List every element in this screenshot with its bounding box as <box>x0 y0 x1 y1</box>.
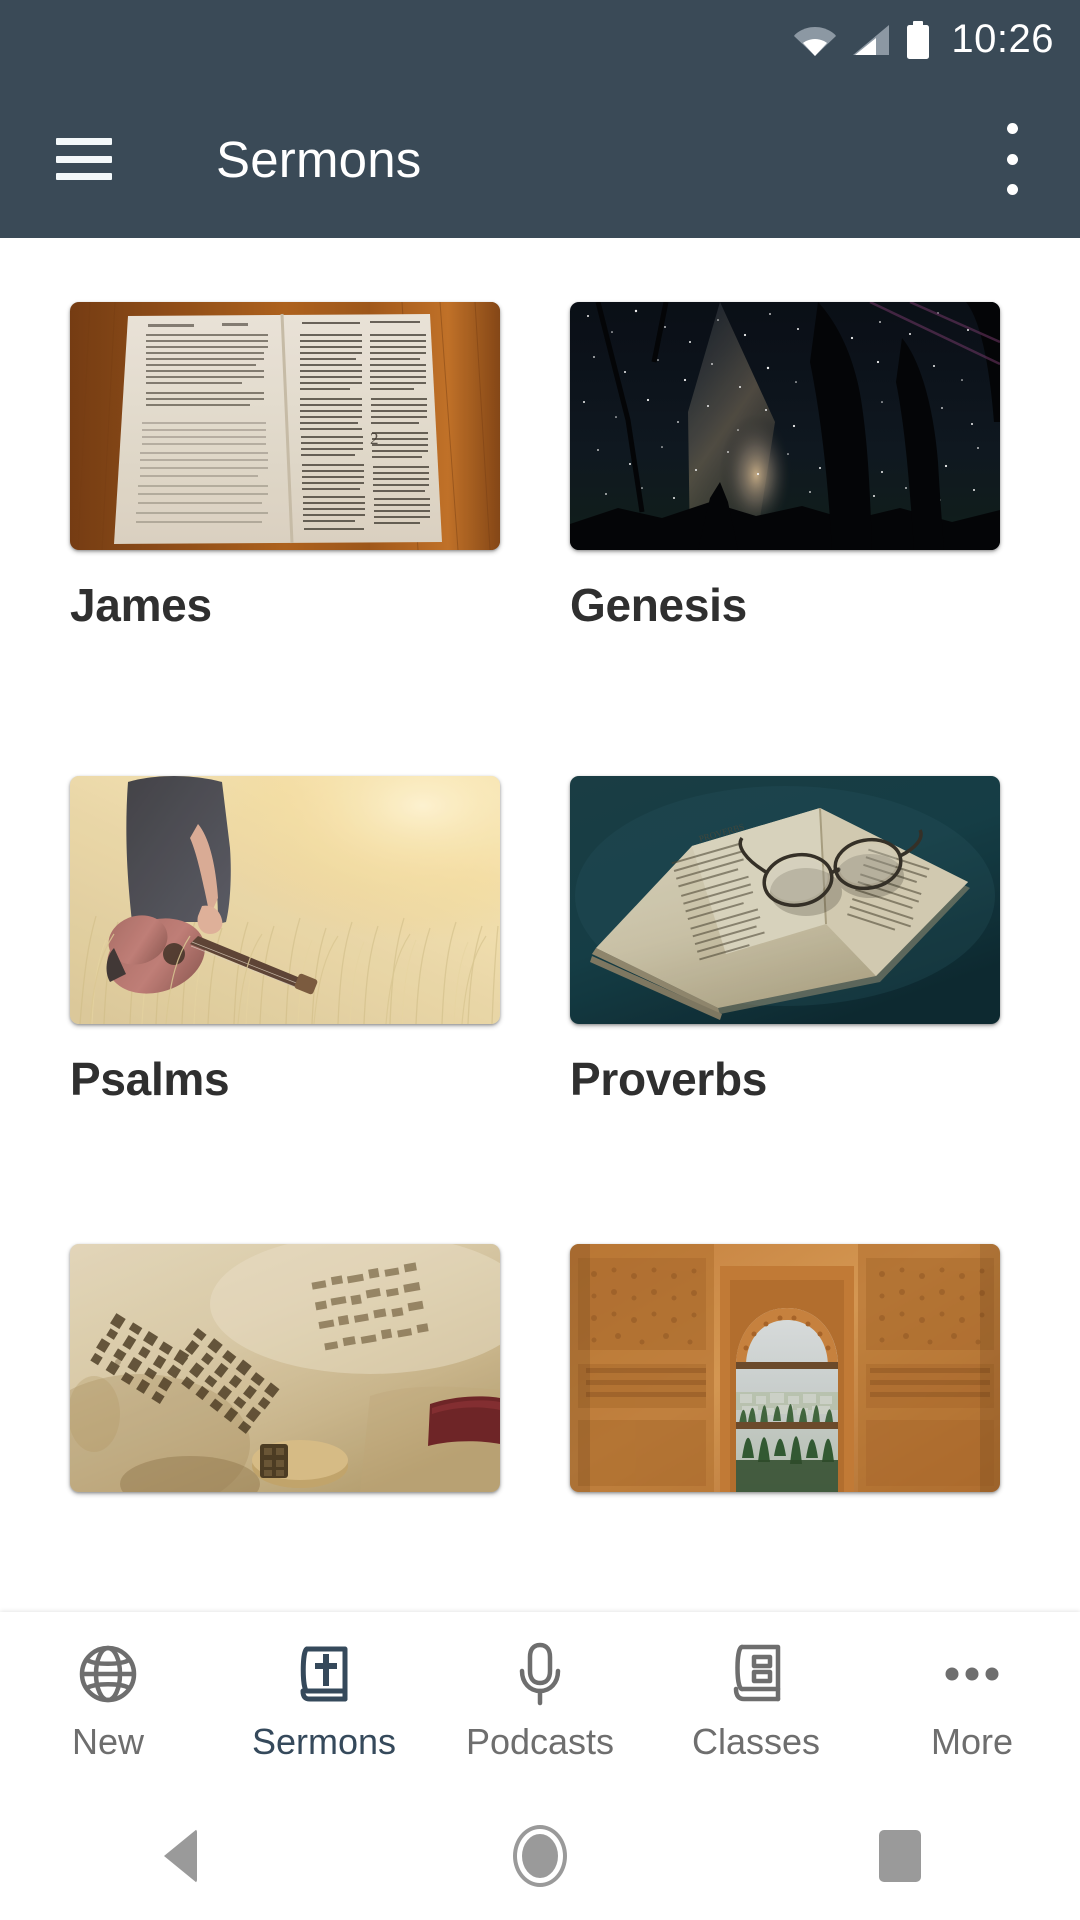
series-card-5[interactable] <box>70 1244 500 1524</box>
bottom-navigation-bar: New Sermons Podcasts Classes More <box>0 1612 1080 1792</box>
nav-label: More <box>930 1721 1014 1762</box>
app-root: 10:26 Sermons 2 James Genesis Psalms PRO… <box>0 0 1080 1920</box>
book-icon <box>726 1640 786 1708</box>
series-card-genesis[interactable]: Genesis <box>570 302 1000 628</box>
milky-way-night-sky-with-trees-image <box>570 302 1000 550</box>
moorish-arch-window-overlooking-city-image <box>570 1244 1000 1492</box>
battery-icon <box>905 21 931 59</box>
open-bible-on-wooden-table-image: 2 <box>70 302 500 550</box>
nav-item-sermons[interactable]: Sermons <box>216 1612 432 1760</box>
hamburger-bar <box>56 173 112 180</box>
wifi-icon <box>793 23 837 57</box>
back-glyph <box>163 1829 197 1883</box>
series-card-label: James <box>70 579 212 631</box>
overflow-dot <box>1006 123 1018 134</box>
series-card-proverbs[interactable]: PROVERBS Proverbs <box>570 776 1000 1102</box>
nav-item-classes[interactable]: Classes <box>648 1612 864 1760</box>
grid-row: Psalms PROVERBS Proverbs <box>0 776 1080 1102</box>
nav-item-podcasts[interactable]: Podcasts <box>432 1612 648 1760</box>
person-holding-guitar-in-golden-field-image <box>70 776 500 1024</box>
recents-square-icon[interactable] <box>840 1796 960 1916</box>
series-card-label: Genesis <box>570 579 747 631</box>
status-bar-time: 10:26 <box>951 17 1054 61</box>
page-title: Sermons <box>216 130 422 188</box>
globe-icon <box>77 1640 139 1708</box>
overflow-dot <box>1006 153 1018 165</box>
nav-item-new[interactable]: New <box>0 1612 216 1760</box>
app-bar: Sermons <box>0 80 1080 238</box>
nav-item-more[interactable]: More <box>864 1612 1080 1760</box>
grid-row: 2 James Genesis <box>0 302 1080 628</box>
nav-label: Classes <box>691 1721 821 1762</box>
nav-label: Podcasts <box>465 1721 615 1762</box>
hamburger-bar <box>56 155 112 163</box>
open-book-with-eyeglasses-dark-teal-image: PROVERBS <box>570 776 1000 1024</box>
microphone-icon <box>514 1640 566 1708</box>
series-card-6[interactable] <box>570 1244 1000 1524</box>
recents-glyph <box>879 1830 921 1882</box>
ellipsis-icon <box>940 1640 1004 1708</box>
grid-row <box>0 1244 1080 1524</box>
android-system-navigation-bar <box>0 1792 1080 1920</box>
overflow-menu-icon[interactable] <box>984 123 1040 195</box>
hebrew-scroll-manuscript-image <box>70 1244 500 1492</box>
series-card-label: Proverbs <box>570 1053 768 1105</box>
sermon-series-grid[interactable]: 2 James Genesis Psalms PROVERBS Proverbs <box>0 238 1080 1612</box>
bible-cross-icon <box>293 1640 355 1708</box>
back-triangle-icon[interactable] <box>120 1796 240 1916</box>
series-card-label: Psalms <box>70 1053 230 1105</box>
nav-label: New <box>71 1721 145 1762</box>
home-glyph <box>513 1825 567 1887</box>
series-card-psalms[interactable]: Psalms <box>70 776 500 1102</box>
hamburger-bar <box>56 138 112 145</box>
series-card-james[interactable]: 2 James <box>70 302 500 628</box>
home-circle-icon[interactable] <box>480 1796 600 1916</box>
status-bar: 10:26 <box>0 0 1080 80</box>
overflow-dot <box>1006 184 1018 195</box>
hamburger-menu-icon[interactable] <box>56 138 112 180</box>
cell-signal-icon <box>851 23 891 57</box>
nav-label: Sermons <box>251 1721 397 1762</box>
grid: 2 James Genesis Psalms PROVERBS Proverbs <box>0 238 1080 1524</box>
